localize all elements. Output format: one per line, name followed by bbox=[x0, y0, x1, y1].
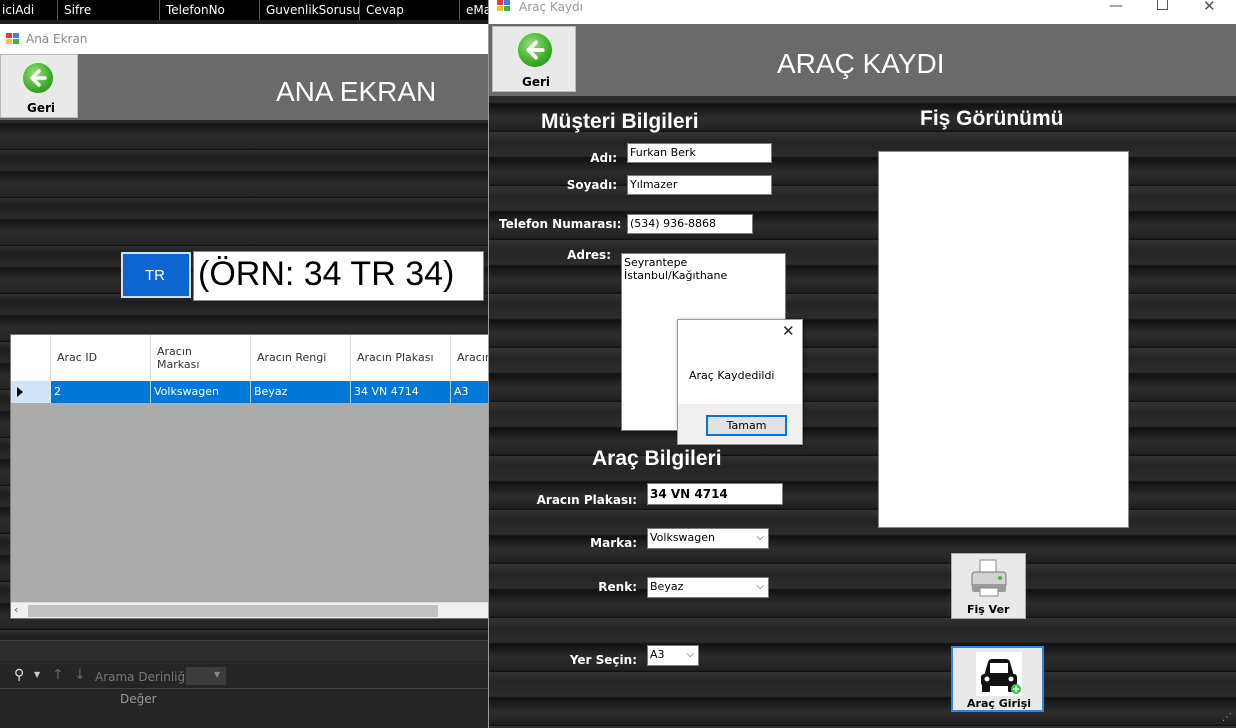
grid-header-row: Arac ID Aracın Markası Aracın Rengi Arac… bbox=[11, 335, 489, 382]
resize-grip-icon[interactable]: ⋰ bbox=[1222, 712, 1232, 723]
grid-col-header[interactable]: Aracın Plakası bbox=[351, 335, 451, 381]
arac-page-title: ARAÇ KAYDI bbox=[777, 48, 945, 79]
table-row[interactable]: 2 Volkswagen Beyaz 34 VN 4714 A3 bbox=[11, 381, 489, 403]
arac-window-titlebar: Araç Kaydı — ✕ bbox=[489, 0, 1236, 24]
grid-horizontal-scrollbar[interactable]: ‹ bbox=[11, 602, 489, 618]
marka-label: Marka: bbox=[590, 536, 637, 550]
renk-select[interactable]: Beyaz ⌵ bbox=[647, 577, 769, 598]
up-arrow-icon[interactable]: ↑ bbox=[52, 667, 64, 683]
header-col-sifre[interactable]: Sifre bbox=[58, 0, 160, 20]
header-col-guvenliksorusu[interactable]: GuvenlikSorusu bbox=[260, 0, 360, 20]
adres-label: Adres: bbox=[567, 248, 611, 262]
ok-button[interactable]: Tamam bbox=[706, 415, 787, 436]
header-strip: iciAdi Sifre TelefonNo GuvenlikSorusu Ce… bbox=[0, 0, 491, 20]
toolbar-divider bbox=[0, 688, 490, 689]
yer-select[interactable]: A3 ⌵ bbox=[647, 645, 699, 666]
close-icon[interactable]: ✕ bbox=[1203, 0, 1216, 15]
telefon-label: Telefon Numarası: bbox=[499, 217, 622, 231]
printer-icon bbox=[971, 559, 1007, 597]
grid-cell[interactable]: Volkswagen bbox=[151, 381, 251, 403]
grid-cell[interactable]: 2 bbox=[51, 381, 151, 403]
yer-label: Yer Seçin: bbox=[569, 653, 637, 667]
search-icon[interactable]: ⚲ bbox=[14, 667, 24, 683]
chevron-down-icon: ⌵ bbox=[686, 649, 694, 660]
soyadi-label: Soyadı: bbox=[566, 178, 617, 192]
close-icon[interactable]: ✕ bbox=[782, 322, 795, 340]
soyadi-input[interactable]: Yılmazer bbox=[627, 175, 772, 195]
car-add-icon bbox=[976, 652, 1022, 696]
musteri-section-title: Müşteri Bilgileri bbox=[541, 110, 699, 133]
renk-selected: Beyaz bbox=[650, 580, 684, 593]
fis-preview-box bbox=[878, 151, 1129, 528]
ok-button-label: Tamam bbox=[726, 419, 767, 432]
bottom-toolbar: ⚲ ▼ ↑ ↓ Arama Derinliği: ▼ Değer bbox=[0, 664, 490, 728]
fis-section-title: Fiş Görünümü bbox=[920, 107, 1064, 130]
plate-search-input[interactable]: (ÖRN: 34 TR 34) bbox=[193, 251, 484, 301]
message-box: ✕ Araç Kaydedildi Tamam bbox=[677, 319, 803, 445]
grid-col-header[interactable]: Arac ID bbox=[51, 335, 151, 381]
value-column-header: Değer bbox=[120, 692, 157, 706]
grid-row-selector[interactable] bbox=[11, 381, 51, 403]
form-icon bbox=[6, 33, 20, 45]
arac-girisi-label: Araç Girişi bbox=[967, 697, 1032, 710]
header-col-telefonno[interactable]: TelefonNo bbox=[160, 0, 260, 20]
form-icon bbox=[497, 0, 511, 12]
back-arrow-icon bbox=[516, 31, 554, 69]
dropdown-arrow-icon[interactable]: ▼ bbox=[34, 670, 40, 679]
header-col-kullaniciadi[interactable]: iciAdi bbox=[0, 0, 58, 20]
tr-plate-text: TR bbox=[145, 267, 165, 284]
search-depth-label: Arama Derinliği: bbox=[95, 670, 193, 684]
grid-cell[interactable]: Beyaz bbox=[251, 381, 351, 403]
ana-window-titlebar: Ana Ekran bbox=[0, 24, 490, 54]
maximize-icon[interactable] bbox=[1157, 0, 1168, 10]
arac-back-button[interactable]: Geri bbox=[492, 26, 576, 92]
plaka-input[interactable]: 34 VN 4714 bbox=[647, 483, 783, 505]
down-arrow-icon[interactable]: ↓ bbox=[74, 667, 86, 683]
grid-col-header[interactable]: Aracın Rengi bbox=[251, 335, 351, 381]
bottom-divider bbox=[0, 640, 490, 661]
adi-input[interactable]: Furkan Berk bbox=[627, 143, 772, 163]
ana-window-title: Ana Ekran bbox=[26, 32, 88, 46]
arac-girisi-button[interactable]: Araç Girişi bbox=[951, 646, 1044, 712]
header-col-cevap[interactable]: Cevap bbox=[360, 0, 460, 20]
plaka-label: Aracın Plakası: bbox=[536, 493, 637, 507]
yer-selected: A3 bbox=[650, 648, 665, 661]
header-col-email[interactable]: eMa bbox=[460, 0, 491, 20]
grid-col-header[interactable]: Aracın bbox=[451, 335, 489, 381]
renk-label: Renk: bbox=[598, 580, 637, 594]
grid-row-header-corner bbox=[11, 335, 51, 381]
arac-back-label: Geri bbox=[522, 75, 551, 89]
arac-section-title: Araç Bilgileri bbox=[592, 447, 722, 470]
scrollbar-thumb[interactable] bbox=[28, 605, 438, 617]
arac-window: Araç Kaydı — ✕ Geri ARAÇ KAYDI Müşteri B… bbox=[488, 0, 1236, 728]
telefon-input[interactable]: (534) 936-8868 bbox=[627, 214, 753, 234]
fis-ver-label: Fiş Ver bbox=[967, 603, 1010, 616]
adi-label: Adı: bbox=[590, 151, 617, 165]
minimize-icon[interactable]: — bbox=[1109, 0, 1123, 14]
ana-back-label: Geri bbox=[27, 101, 56, 115]
message-text: Araç Kaydedildi bbox=[689, 369, 775, 382]
fis-ver-button[interactable]: Fiş Ver bbox=[951, 553, 1026, 619]
arac-window-title: Araç Kaydı bbox=[519, 0, 583, 14]
vehicle-grid[interactable]: Arac ID Aracın Markası Aracın Rengi Arac… bbox=[10, 334, 490, 619]
marka-select[interactable]: Volkswagen ⌵ bbox=[647, 528, 769, 549]
chevron-down-icon: ⌵ bbox=[756, 581, 764, 592]
ana-back-button[interactable]: Geri bbox=[0, 54, 78, 118]
search-depth-combo[interactable]: ▼ bbox=[186, 667, 226, 685]
tr-plate-badge: TR bbox=[121, 252, 191, 298]
row-pointer-icon bbox=[17, 387, 23, 397]
marka-selected: Volkswagen bbox=[650, 531, 716, 544]
grid-cell[interactable]: 34 VN 4714 bbox=[351, 381, 451, 403]
ana-page-title: ANA EKRAN bbox=[276, 76, 437, 107]
back-arrow-icon bbox=[21, 61, 55, 95]
scroll-left-icon[interactable]: ‹ bbox=[14, 603, 18, 616]
plate-search-placeholder: (ÖRN: 34 TR 34) bbox=[198, 255, 455, 293]
chevron-down-icon: ▼ bbox=[214, 670, 221, 679]
grid-cell[interactable]: A3 bbox=[451, 381, 489, 403]
chevron-down-icon: ⌵ bbox=[756, 532, 764, 543]
grid-col-header[interactable]: Aracın Markası bbox=[151, 335, 251, 381]
